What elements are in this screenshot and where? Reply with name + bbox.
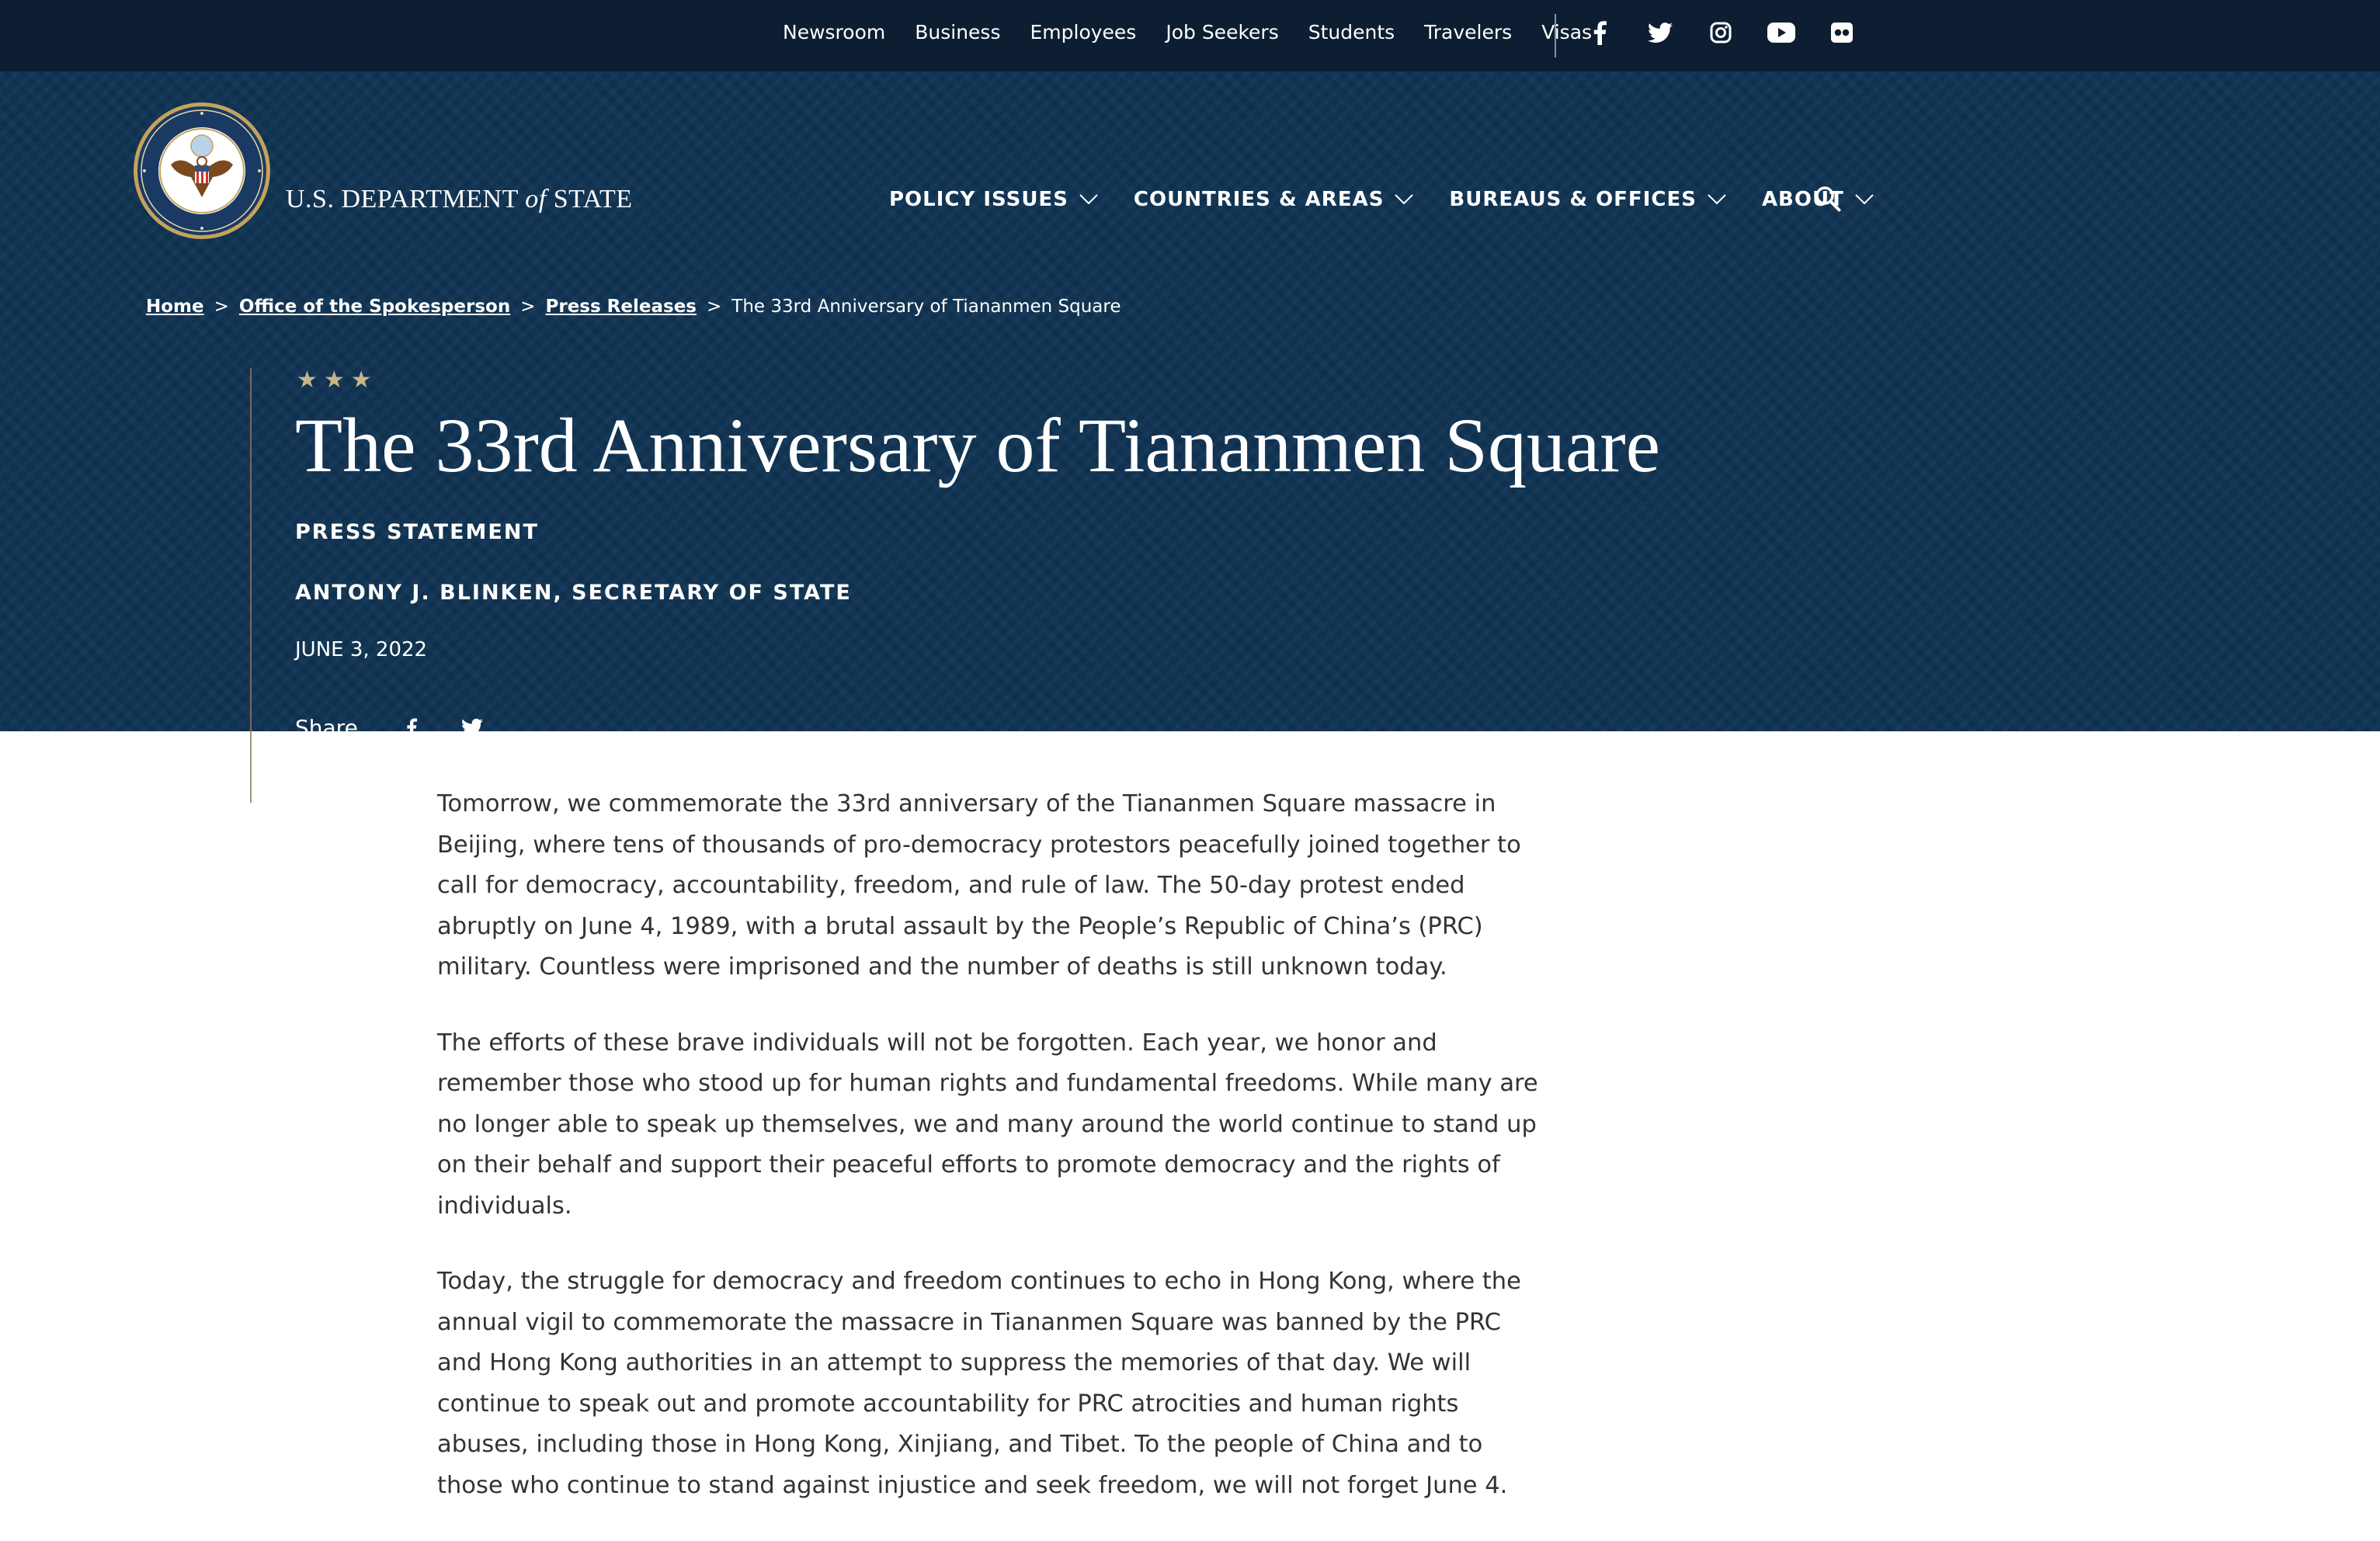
utility-link-newsroom[interactable]: Newsroom xyxy=(783,19,885,47)
twitter-icon[interactable] xyxy=(1645,17,1676,48)
utility-divider xyxy=(1555,14,1556,57)
breadcrumb-spokesperson[interactable]: Office of the Spokesperson xyxy=(239,297,510,317)
social-links xyxy=(1584,17,1887,48)
article-date: JUNE 3, 2022 xyxy=(295,638,428,661)
utility-bar: Newsroom Business Employees Job Seekers … xyxy=(0,0,2380,71)
breadcrumb-home[interactable]: Home xyxy=(146,297,204,317)
article-paragraph: Today, the struggle for democracy and fr… xyxy=(437,1268,1521,1499)
chevron-down-icon xyxy=(1079,194,1098,205)
instagram-icon[interactable] xyxy=(1705,17,1736,48)
utility-link-job-seekers[interactable]: Job Seekers xyxy=(1166,19,1278,47)
article-body: Tomorrow, we commemorate the 33rd annive… xyxy=(437,784,1544,1541)
utility-link-travelers[interactable]: Travelers xyxy=(1424,19,1512,47)
breadcrumb-press-releases[interactable]: Press Releases xyxy=(546,297,697,317)
article-paragraph: The efforts of these brave individuals w… xyxy=(437,1029,1538,1220)
department-seal-logo[interactable] xyxy=(132,101,272,241)
breadcrumb-separator: > xyxy=(214,297,229,317)
stars-decoration: ★★★ xyxy=(297,367,378,393)
article-paragraph: Tomorrow, we commemorate the 33rd annive… xyxy=(437,790,1521,980)
breadcrumb: Home > Office of the Spokesperson > Pres… xyxy=(146,297,1121,317)
youtube-icon[interactable] xyxy=(1766,17,1797,48)
hero-banner: U.S. DEPARTMENT of STATE POLICY ISSUES C… xyxy=(0,71,2380,803)
search-icon[interactable] xyxy=(1814,185,1845,216)
breadcrumb-separator: > xyxy=(706,297,722,317)
nav-bureaus-offices[interactable]: BUREAUS & OFFICES xyxy=(1449,188,1726,211)
breadcrumb-separator: > xyxy=(520,297,536,317)
page-title: The 33rd Anniversary of Tiananmen Square xyxy=(295,402,1661,488)
share-facebook-icon[interactable] xyxy=(398,714,425,741)
article-author: ANTONY J. BLINKEN, SECRETARY OF STATE xyxy=(295,581,852,605)
share-label: Share xyxy=(295,714,358,741)
utility-link-business[interactable]: Business xyxy=(915,19,1000,47)
utility-nav: Newsroom Business Employees Job Seekers … xyxy=(783,19,1621,47)
breadcrumb-current: The 33rd Anniversary of Tiananmen Square xyxy=(731,297,1121,317)
nav-policy-issues[interactable]: POLICY ISSUES xyxy=(889,188,1098,211)
hero-accent-line xyxy=(250,368,252,803)
nav-countries-areas[interactable]: COUNTRIES & AREAS xyxy=(1134,188,1414,211)
chevron-down-icon xyxy=(1708,194,1726,205)
utility-link-employees[interactable]: Employees xyxy=(1030,19,1136,47)
utility-link-students[interactable]: Students xyxy=(1308,19,1395,47)
share-bar: Share xyxy=(295,714,485,741)
article-type: PRESS STATEMENT xyxy=(295,520,539,544)
main-nav: POLICY ISSUES COUNTRIES & AREAS BUREAUS … xyxy=(889,188,1909,211)
flickr-icon[interactable] xyxy=(1826,17,1857,48)
chevron-down-icon xyxy=(1395,194,1414,205)
facebook-icon[interactable] xyxy=(1584,17,1615,48)
share-twitter-icon[interactable] xyxy=(459,714,485,741)
chevron-down-icon xyxy=(1855,194,1874,205)
site-brand-name[interactable]: U.S. DEPARTMENT of STATE xyxy=(286,185,632,214)
